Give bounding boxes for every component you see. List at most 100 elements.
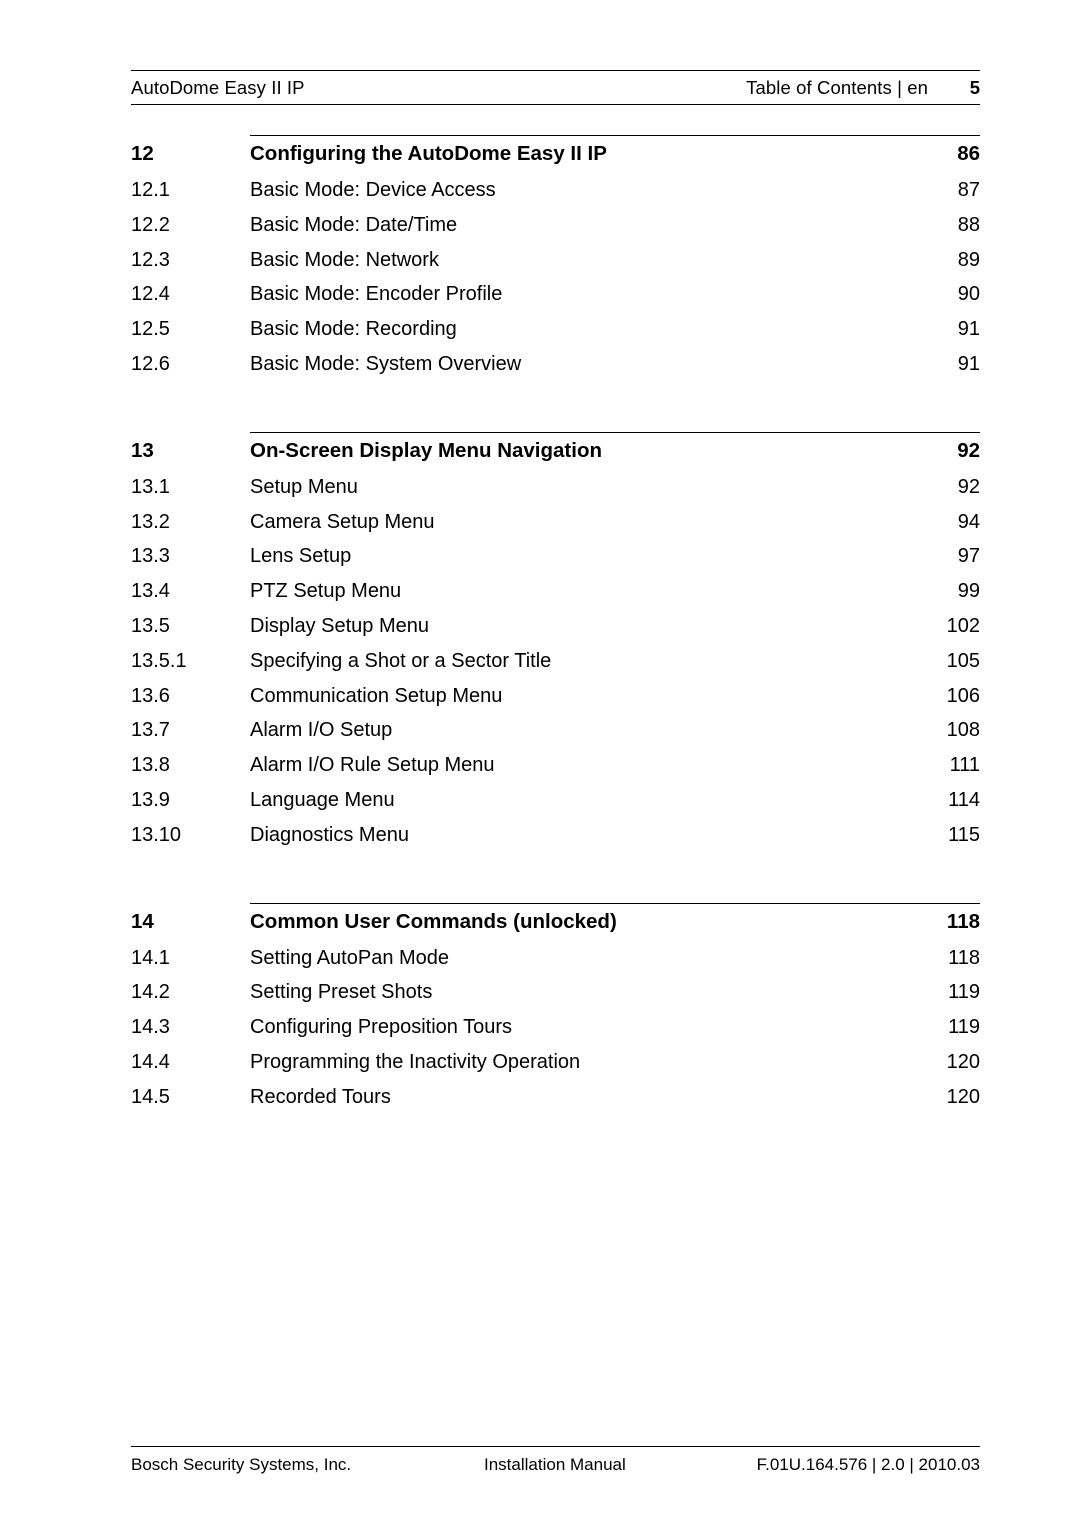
- toc-entry-number: 12.1: [131, 179, 170, 201]
- toc-entry-page: 97: [957, 545, 980, 568]
- toc-entry[interactable]: 12.1 Basic Mode: Device Access 87: [131, 173, 980, 208]
- toc-section-heading[interactable]: 13 On-Screen Display Menu Navigation 92: [131, 432, 980, 470]
- toc-entry-title[interactable]: Basic Mode: Device Access: [250, 173, 934, 208]
- toc-entry[interactable]: 14.3 Configuring Preposition Tours 119: [131, 1010, 980, 1045]
- toc-entry-title[interactable]: Setting Preset Shots: [250, 975, 934, 1010]
- breadcrumb: Table of Contents | en: [746, 76, 928, 98]
- toc-entry-number: 13.4: [131, 580, 170, 603]
- toc-entry-title[interactable]: Configuring Preposition Tours: [250, 1010, 934, 1045]
- toc-section-number: 14: [131, 909, 154, 933]
- toc-section-page: 86: [957, 142, 980, 165]
- toc-section-title[interactable]: Common User Commands (unlocked): [250, 903, 934, 941]
- toc-entry-number: 13.8: [131, 754, 170, 777]
- toc-entry[interactable]: 13.2 Camera Setup Menu 94: [131, 505, 980, 540]
- toc-section-number: 12: [131, 142, 154, 165]
- toc-entry-page: 91: [957, 318, 980, 341]
- toc-entry-title[interactable]: Basic Mode: System Overview: [250, 347, 934, 382]
- toc-entry-title[interactable]: Basic Mode: Network: [250, 243, 934, 278]
- toc-entry-number: 14.5: [131, 1085, 170, 1108]
- toc-entry-page: 89: [957, 248, 980, 271]
- header-right-group: Table of Contents | en 5: [746, 77, 980, 99]
- toc-entry[interactable]: 12.6 Basic Mode: System Overview 91: [131, 347, 980, 382]
- toc-entry-number: 14.4: [131, 1050, 170, 1073]
- section-divider-line: [250, 135, 980, 136]
- toc-entry-page: 111: [949, 754, 980, 777]
- toc-entry-number: 13.2: [131, 510, 170, 533]
- toc-entry[interactable]: 13.10 Diagnostics Menu 115: [131, 818, 980, 853]
- toc-entry-title[interactable]: Camera Setup Menu: [250, 505, 934, 540]
- toc-entry[interactable]: 14.1 Setting AutoPan Mode 118: [131, 941, 980, 976]
- table-of-contents: 12 Configuring the AutoDome Easy II IP 86 1…: [131, 135, 980, 1115]
- toc-entry[interactable]: 13.5 Display Setup Menu 102: [131, 609, 980, 644]
- toc-entry-page: 119: [948, 981, 980, 1004]
- toc-entry[interactable]: 13.7 Alarm I/O Setup 108: [131, 713, 980, 748]
- toc-entry-page: 120: [946, 1085, 980, 1108]
- toc-entry[interactable]: 13.6 Communication Setup Menu 106: [131, 679, 980, 714]
- toc-entry[interactable]: 13.9 Language Menu 114: [131, 783, 980, 818]
- toc-entry-title[interactable]: Display Setup Menu: [250, 609, 934, 644]
- toc-entry-title[interactable]: Basic Mode: Date/Time: [250, 208, 934, 243]
- toc-entry-title[interactable]: Language Menu: [250, 783, 934, 818]
- toc-entry-page: 120: [946, 1050, 980, 1073]
- toc-entry[interactable]: 14.4 Programming the Inactivity Operation…: [131, 1045, 980, 1080]
- toc-entry-title[interactable]: Setup Menu: [250, 470, 934, 505]
- toc-section-title[interactable]: On-Screen Display Menu Navigation: [250, 432, 934, 470]
- toc-entry-page: 106: [946, 684, 980, 707]
- toc-entry-number: 13.10: [131, 823, 182, 846]
- toc-entry-number: 13.5.1: [131, 649, 187, 672]
- toc-entry[interactable]: 13.1 Setup Menu 92: [131, 470, 980, 505]
- toc-entry-number: 13.9: [131, 788, 170, 811]
- toc-entry-title[interactable]: Basic Mode: Recording: [250, 312, 934, 347]
- toc-entry-title[interactable]: Specifying a Shot or a Sector Title: [250, 644, 934, 679]
- toc-section-page: 92: [957, 438, 980, 462]
- header-product-title: AutoDome Easy II IP: [131, 76, 305, 98]
- toc-entry[interactable]: 12.5 Basic Mode: Recording 91: [131, 312, 980, 347]
- toc-entry-number: 14.1: [131, 946, 170, 969]
- toc-entry-page: 105: [946, 649, 980, 672]
- toc-entry-number: 12.4: [131, 283, 170, 306]
- toc-entry-title[interactable]: Diagnostics Menu: [250, 818, 934, 853]
- toc-entry[interactable]: 12.3 Basic Mode: Network 89: [131, 243, 980, 278]
- toc-entry-number: 14.3: [131, 1016, 170, 1039]
- toc-entry[interactable]: 13.3 Lens Setup 97: [131, 539, 980, 574]
- toc-entry[interactable]: 13.4 PTZ Setup Menu 99: [131, 574, 980, 609]
- toc-entry-number: 13.7: [131, 719, 170, 742]
- toc-entry-title[interactable]: Programming the Inactivity Operation: [250, 1045, 934, 1080]
- toc-entry-title[interactable]: Basic Mode: Encoder Profile: [250, 277, 934, 312]
- toc-entry[interactable]: 12.4 Basic Mode: Encoder Profile 90: [131, 277, 980, 312]
- toc-section: 13 On-Screen Display Menu Navigation 92 13.…: [131, 431, 980, 853]
- toc-entry-number: 14.2: [131, 981, 170, 1004]
- toc-entry-title[interactable]: PTZ Setup Menu: [250, 574, 934, 609]
- toc-entry-page: 114: [948, 788, 980, 811]
- toc-entry-title[interactable]: Lens Setup: [250, 539, 934, 574]
- toc-entry-title[interactable]: Recorded Tours: [250, 1080, 934, 1115]
- toc-entry-page: 87: [957, 179, 980, 201]
- page-header: AutoDome Easy II IP Table of Contents | …: [131, 70, 980, 105]
- toc-entry-title[interactable]: Alarm I/O Rule Setup Menu: [250, 748, 934, 783]
- toc-entry[interactable]: 14.5 Recorded Tours 120: [131, 1080, 980, 1115]
- toc-section-heading[interactable]: 14 Common User Commands (unlocked) 118: [131, 903, 980, 941]
- footer-company: Bosch Security Systems, Inc.: [131, 1455, 352, 1474]
- toc-entry-page: 108: [946, 719, 980, 742]
- section-divider-line: [250, 431, 980, 433]
- toc-entry-title[interactable]: Communication Setup Menu: [250, 679, 934, 714]
- toc-entry-page: 99: [957, 580, 980, 603]
- toc-entry-number: 12.3: [131, 248, 170, 271]
- toc-section-heading[interactable]: 12 Configuring the AutoDome Easy II IP 86: [131, 135, 980, 173]
- toc-entry-page: 88: [957, 213, 980, 236]
- toc-entry-page: 90: [957, 283, 980, 306]
- toc-entry-number: 13.1: [131, 475, 170, 498]
- toc-entry[interactable]: 12.2 Basic Mode: Date/Time 88: [131, 208, 980, 243]
- toc-entry[interactable]: 14.2 Setting Preset Shots 119: [131, 975, 980, 1010]
- toc-section-number: 13: [131, 438, 154, 462]
- toc-entry-page: 119: [948, 1016, 980, 1039]
- toc-entry-page: 92: [957, 475, 980, 498]
- toc-section: 14 Common User Commands (unlocked) 118 14.1…: [131, 902, 980, 1115]
- toc-entry-title[interactable]: Alarm I/O Setup: [250, 713, 934, 748]
- toc-entry-title[interactable]: Setting AutoPan Mode: [250, 941, 934, 976]
- toc-entry[interactable]: 13.5.1 Specifying a Shot or a Sector Titl…: [131, 644, 980, 679]
- toc-section-title[interactable]: Configuring the AutoDome Easy II IP: [250, 135, 934, 173]
- toc-entry-page: 91: [957, 352, 980, 375]
- toc-entry[interactable]: 13.8 Alarm I/O Rule Setup Menu 111: [131, 748, 980, 783]
- toc-entry-page: 118: [948, 946, 980, 969]
